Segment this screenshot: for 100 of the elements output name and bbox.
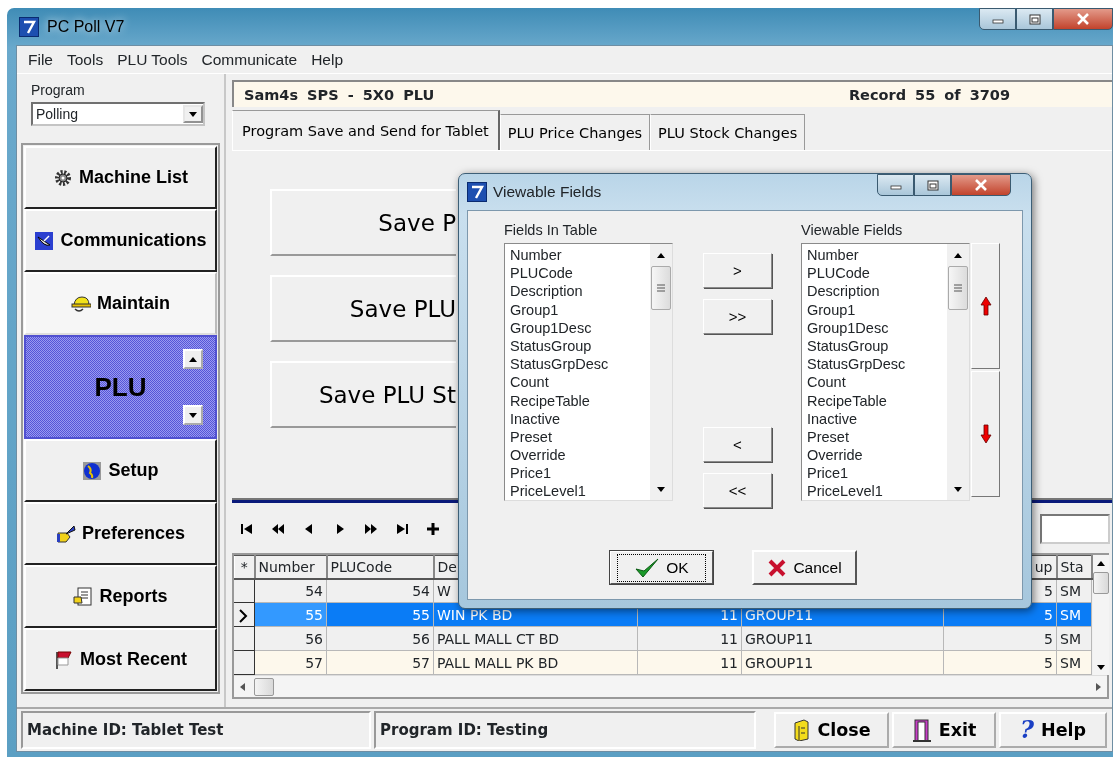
list-box[interactable]: Number PLUCode Description Group1 Group1Desc StatusGroup StatusGrpDesc Count RecipeTable Inactive Preset Override Price1 PriceLevel1 [504, 243, 673, 501]
action-button[interactable]: Save PLU [270, 275, 456, 342]
list-item[interactable]: Preset [510, 427, 650, 447]
remove-button[interactable]: << [703, 473, 772, 508]
list-item[interactable]: PriceLevel1 [807, 482, 947, 500]
scroll-up-button[interactable] [183, 349, 203, 369]
list-item[interactable]: Group1Desc [510, 318, 650, 337]
list-item[interactable]: Number [807, 246, 947, 265]
action-button[interactable]: Save P [270, 189, 456, 256]
menu-item[interactable]: Communicate [194, 47, 305, 72]
horizontal-scrollbar[interactable] [234, 675, 1107, 697]
plus-icon[interactable] [426, 522, 440, 536]
satellite-dish-icon [34, 230, 55, 251]
hand-pen-icon [55, 523, 76, 544]
list-item[interactable]: Description [807, 282, 947, 301]
scroll-thumb[interactable] [948, 266, 968, 310]
tab[interactable]: Program Save and Send for Tablet [232, 110, 500, 150]
globe-icon [82, 460, 103, 481]
close-button[interactable] [1053, 8, 1113, 30]
rewind-icon[interactable] [271, 522, 285, 536]
list-item[interactable]: Price1 [807, 464, 947, 483]
column-header[interactable]: Sta [1056, 555, 1092, 579]
sidebar-item[interactable]: Maintain [24, 272, 217, 335]
first-icon[interactable] [240, 522, 254, 536]
add-button[interactable]: > [703, 253, 772, 288]
list-item[interactable]: Description [510, 282, 650, 301]
list-item[interactable]: Preset [807, 427, 947, 447]
sidebar-item[interactable]: Machine List [24, 146, 217, 209]
vertical-scrollbar[interactable] [947, 244, 969, 500]
list-item[interactable]: RecipeTable [807, 391, 947, 410]
grip-icon [953, 283, 963, 293]
fast-forward-icon[interactable] [364, 522, 378, 536]
list-item[interactable]: StatusGroup [510, 336, 650, 356]
scroll-thumb[interactable] [254, 677, 274, 696]
list-item[interactable]: Count [807, 373, 947, 392]
list-item[interactable]: Inactive [510, 409, 650, 428]
list-item[interactable]: Group1 [510, 300, 650, 319]
tab[interactable]: PLU Stock Changes [650, 114, 806, 150]
maximize-icon [1028, 13, 1041, 25]
list-item[interactable]: Number [510, 246, 650, 265]
list-item[interactable]: Group1 [807, 300, 947, 319]
scroll-thumb[interactable] [651, 266, 671, 310]
vertical-scrollbar[interactable] [650, 244, 672, 500]
table-cell: 11 [637, 650, 742, 675]
scroll-thumb[interactable] [1092, 572, 1109, 594]
move-up-button[interactable] [971, 243, 1000, 369]
exit-button[interactable]: Exit [892, 712, 996, 748]
list-item[interactable]: StatusGrpDesc [807, 355, 947, 374]
maximize-icon [926, 179, 939, 191]
sidebar-item[interactable]: Reports [24, 565, 217, 628]
input-field[interactable] [1040, 514, 1110, 544]
menu-item[interactable]: PLU Tools [110, 47, 195, 72]
list-item[interactable]: PLUCode [510, 264, 650, 283]
list-item[interactable]: Group1Desc [807, 318, 947, 337]
action-button[interactable]: Save PLU St [270, 361, 456, 428]
list-box[interactable]: Number PLUCode Description Group1 Group1Desc StatusGroup StatusGrpDesc Count RecipeTable Inactive Preset Override Price1 PriceLevel1 [801, 243, 970, 501]
column-header[interactable]: Number [254, 555, 327, 579]
sidebar-item[interactable]: Preferences [24, 502, 217, 565]
scroll-down-button[interactable] [183, 405, 203, 425]
scroll-down-icon [953, 484, 963, 494]
list-item[interactable]: RecipeTable [510, 391, 650, 410]
table-row[interactable]: 56 56 PALL MALL CT BD 11 GROUP11 5 SM [234, 626, 1092, 651]
list-label: Viewable Fields [801, 222, 904, 240]
list-item[interactable]: Count [510, 373, 650, 392]
sidebar-item[interactable]: Setup [24, 439, 217, 502]
list-item[interactable]: Price1 [510, 464, 650, 483]
last-icon[interactable] [395, 522, 409, 536]
maximize-button[interactable] [1016, 8, 1053, 30]
ok-button[interactable]: OK [609, 550, 714, 585]
list-item[interactable]: StatusGrpDesc [510, 355, 650, 374]
sidebar-item[interactable]: Most Recent [24, 628, 217, 691]
door-icon [911, 718, 932, 742]
close-button[interactable] [951, 174, 1011, 196]
list-item[interactable]: StatusGroup [807, 336, 947, 356]
add-button[interactable]: >> [703, 299, 772, 334]
list-item[interactable]: PLUCode [807, 264, 947, 283]
vertical-scrollbar[interactable] [1092, 555, 1109, 675]
sidebar-item[interactable]: PLU [24, 335, 217, 439]
column-header[interactable]: * [234, 555, 255, 579]
maximize-button[interactable] [914, 174, 951, 196]
minimize-button[interactable] [979, 8, 1016, 30]
sidebar-item[interactable]: Communications [24, 209, 217, 272]
close-button[interactable]: Close [774, 712, 889, 748]
column-header[interactable]: PLUCode [326, 555, 434, 579]
move-down-button[interactable] [971, 371, 1000, 497]
dialog-title: Viewable Fields [493, 182, 602, 203]
cancel-button[interactable]: Cancel [752, 550, 857, 585]
tab[interactable]: PLU Price Changes [499, 114, 651, 150]
table-row[interactable]: 57 57 PALL MALL PK BD 11 GROUP11 5 SM [234, 650, 1092, 675]
minimize-button[interactable] [877, 174, 914, 196]
list-item[interactable]: PriceLevel1 [510, 482, 650, 500]
menu-item[interactable]: Tools [60, 47, 111, 72]
list-item[interactable]: Inactive [807, 409, 947, 428]
program-dropdown[interactable]: Polling [31, 102, 205, 126]
menu-item[interactable]: File [21, 47, 60, 72]
help-button[interactable]: ? Help [999, 712, 1107, 748]
remove-button[interactable]: < [703, 427, 772, 462]
list-item[interactable]: Override [510, 446, 650, 465]
menu-item[interactable]: Help [304, 47, 351, 72]
list-item[interactable]: Override [807, 446, 947, 465]
